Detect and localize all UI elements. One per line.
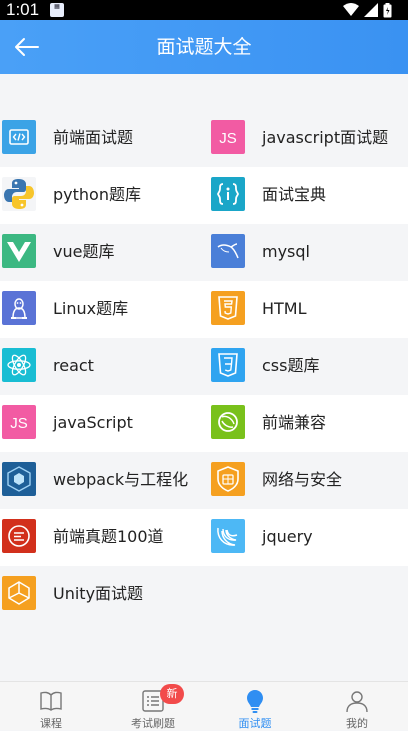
battery-icon — [383, 2, 392, 17]
code-icon — [2, 120, 36, 154]
topic-item[interactable]: 前端面试题 — [0, 110, 204, 167]
user-icon — [344, 688, 370, 714]
topic-item[interactable]: JS javascript面试题 — [204, 110, 408, 167]
signal-icon — [364, 3, 378, 17]
new-badge: 新 — [160, 684, 184, 704]
topic-item[interactable]: 前端真题100道 — [0, 509, 204, 566]
topic-item[interactable]: vue题库 — [0, 224, 204, 281]
tab-item[interactable]: 课程 — [0, 682, 102, 730]
book-icon — [38, 688, 64, 714]
status-bar: 1:01 ▦ — [0, 0, 408, 20]
svg-text:JS: JS — [219, 130, 237, 147]
topic-item[interactable]: Linux题库 — [0, 281, 204, 338]
topic-label: 面试宝典 — [262, 185, 327, 204]
app-bar: 面试题大全 — [0, 20, 408, 74]
css3-icon — [211, 348, 245, 382]
topic-label: 前端兼容 — [262, 413, 327, 432]
grid-row: vue题库 mysql — [0, 224, 408, 281]
grid-row: JS javaScript 前端兼容 — [0, 395, 408, 452]
topic-label: jquery — [262, 527, 313, 546]
html5-icon — [211, 291, 245, 325]
topic-label: vue题库 — [53, 242, 115, 261]
unity-icon — [2, 576, 36, 610]
topic-label: mysql — [262, 242, 310, 261]
sim-icon: ▦ — [50, 3, 64, 17]
js-icon: JS — [2, 405, 36, 439]
topic-item[interactable]: Unity面试题 — [0, 566, 204, 623]
topic-label: javascript面试题 — [262, 128, 389, 147]
grid-row: 前端真题100道 jquery — [0, 509, 408, 566]
topic-item[interactable]: 面试宝典 — [204, 167, 408, 224]
exam-icon — [2, 519, 36, 553]
topic-label: HTML — [262, 299, 307, 318]
topic-label: 前端面试题 — [53, 128, 134, 147]
grid-row: python题库 面试宝典 — [0, 167, 408, 224]
tab-bar: 课程 考试刷题新面试题 我的 — [0, 681, 408, 730]
grid-row: Linux题库 HTML — [0, 281, 408, 338]
tab-item[interactable]: 考试刷题新 — [102, 682, 204, 730]
topic-label: Unity面试题 — [53, 584, 144, 603]
security-icon — [211, 462, 245, 496]
topic-item[interactable]: 网络与安全 — [204, 452, 408, 509]
page-title: 面试题大全 — [156, 36, 252, 58]
grid-row: 前端面试题 JS javascript面试题 — [0, 110, 408, 167]
topic-item[interactable]: 前端兼容 — [204, 395, 408, 452]
jquery-icon — [211, 519, 245, 553]
compat-icon — [211, 405, 245, 439]
vue-icon — [2, 234, 36, 268]
topic-label: python题库 — [53, 185, 141, 204]
webpack-icon — [2, 462, 36, 496]
topic-item[interactable]: mysql — [204, 224, 408, 281]
topic-item[interactable]: react — [0, 338, 204, 395]
grid-row: webpack与工程化 网络与安全 — [0, 452, 408, 509]
topic-item[interactable]: css题库 — [204, 338, 408, 395]
tab-item[interactable]: 面试题 — [204, 682, 306, 730]
tab-item[interactable]: 我的 — [306, 682, 408, 730]
braces-icon — [211, 177, 245, 211]
topic-item[interactable]: HTML — [204, 281, 408, 338]
mysql-icon — [211, 234, 245, 268]
wifi-icon — [343, 3, 359, 16]
topic-label: 前端真题100道 — [53, 527, 164, 546]
topic-label: Linux题库 — [53, 299, 129, 318]
topic-label: css题库 — [262, 356, 320, 375]
linux-icon — [2, 291, 36, 325]
js-icon: JS — [211, 120, 245, 154]
topic-label: webpack与工程化 — [53, 470, 189, 489]
react-icon — [2, 348, 36, 382]
topic-item[interactable]: jquery — [204, 509, 408, 566]
topic-item[interactable]: webpack与工程化 — [0, 452, 204, 509]
topic-label: react — [53, 356, 94, 375]
svg-text:JS: JS — [10, 415, 28, 432]
status-time: 1:01 — [6, 0, 40, 19]
status-icons — [343, 2, 392, 18]
grid-row: react css题库 — [0, 338, 408, 395]
python-icon — [2, 177, 36, 211]
topic-item[interactable]: python题库 — [0, 167, 204, 224]
topic-grid: 前端面试题 JS javascript面试题 python题库 面试宝典 vue题库 mys… — [0, 110, 408, 623]
grid-row: Unity面试题 — [0, 566, 408, 623]
topic-label: javaScript — [53, 413, 133, 432]
topic-label: 网络与安全 — [262, 470, 343, 489]
topic-item[interactable]: JS javaScript — [0, 395, 204, 452]
bulb-icon — [242, 688, 268, 714]
